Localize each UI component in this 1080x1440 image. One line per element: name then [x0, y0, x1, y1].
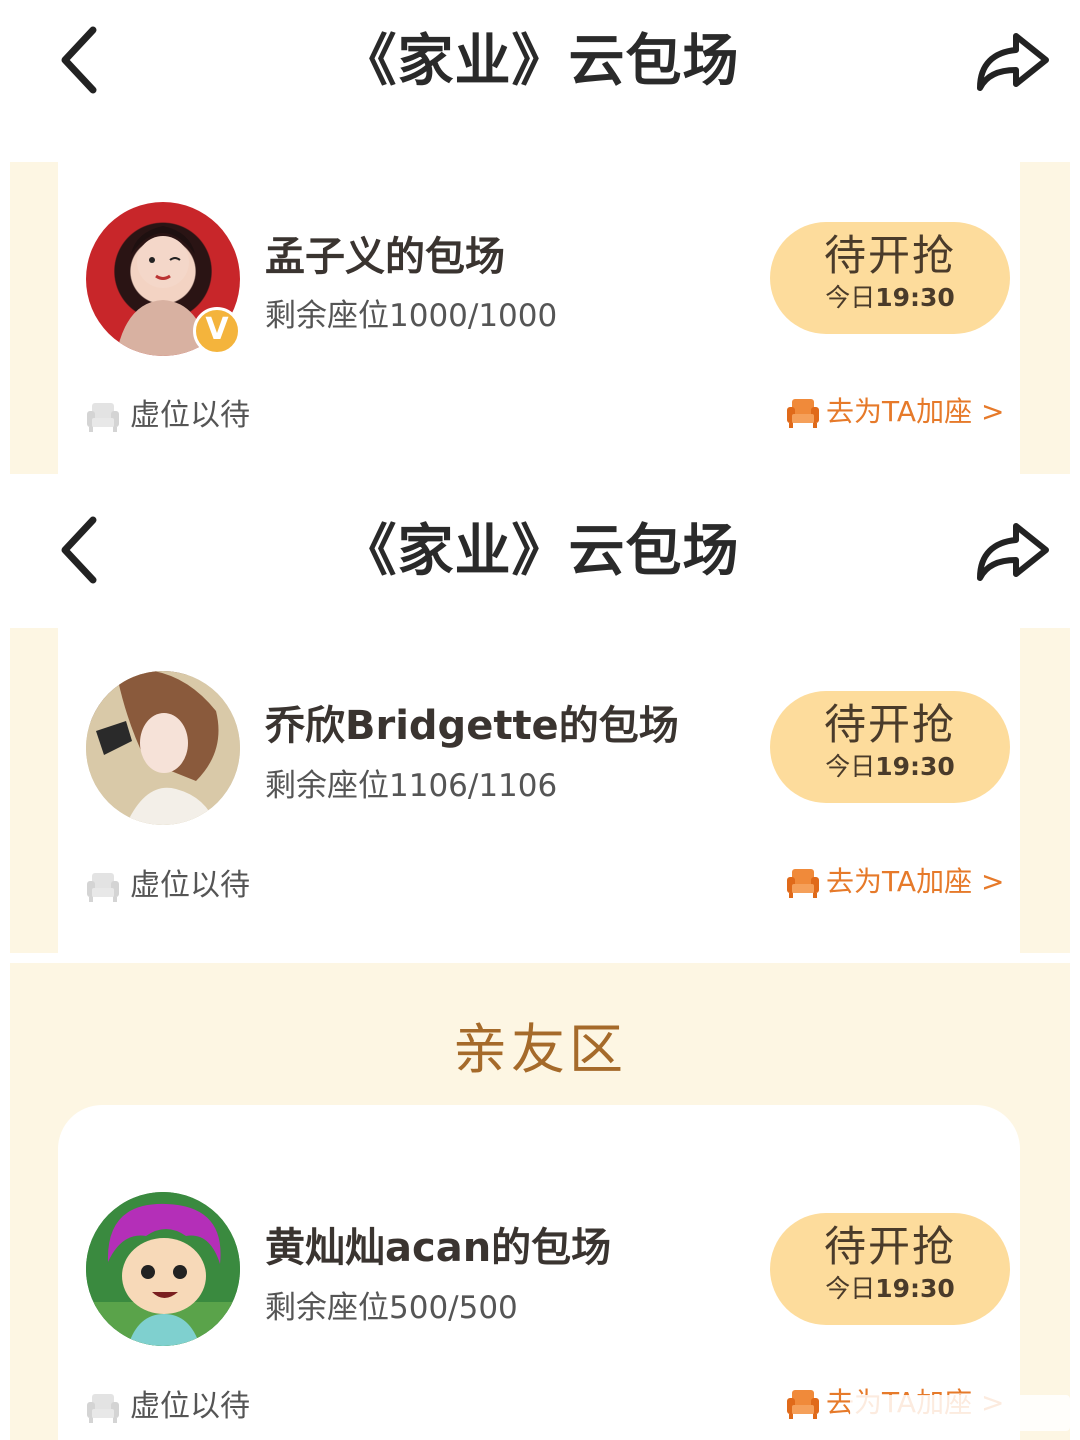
- start-time: 今日19:30: [770, 751, 1010, 783]
- start-time: 今日19:30: [770, 1273, 1010, 1305]
- seats-remaining: 剩余座位1000/1000: [265, 298, 558, 334]
- header: 《家业》云包场: [0, 0, 1080, 120]
- status-label: 待开抢: [823, 231, 956, 280]
- friends-zone-title: 亲友区: [453, 1018, 627, 1081]
- side-strip-left: [10, 162, 58, 474]
- status-button[interactable]: 待开抢 今日19:30: [770, 691, 1010, 803]
- add-seat-label: 去为TA加座 >: [826, 395, 1005, 428]
- time-prefix: 今日: [825, 283, 876, 312]
- time-prefix: 今日: [825, 1274, 876, 1303]
- share-arrow-icon: [977, 33, 1049, 91]
- share-arrow-icon: [977, 523, 1049, 581]
- virtual-seat: 虚位以待: [86, 860, 250, 904]
- add-seat-link[interactable]: 去为TA加座 >: [786, 390, 1004, 430]
- avatar[interactable]: [86, 1192, 240, 1346]
- time-value: 19:30: [875, 1274, 955, 1303]
- page-title: 《家业》云包场: [340, 29, 740, 94]
- add-seat-label: 去为TA加座 >: [826, 865, 1005, 898]
- virtual-seat: 虚位以待: [86, 1381, 250, 1425]
- armchair-icon: [87, 872, 119, 902]
- chevron-left-icon: [61, 516, 97, 584]
- room-card[interactable]: 乔欣Bridgette的包场 剩余座位1106/1106 待开抢 今日19:30…: [58, 628, 1020, 953]
- armchair-icon: [787, 399, 819, 428]
- virtual-seat: 虚位以待: [86, 390, 250, 434]
- virtual-seat-label: 虚位以待: [130, 1389, 250, 1424]
- verified-badge: V: [193, 307, 241, 355]
- armchair-icon: [87, 1393, 119, 1423]
- side-strip-right: [1020, 162, 1070, 474]
- armchair-icon: [787, 1390, 819, 1419]
- avatar-portrait-icon: [86, 671, 240, 825]
- avatar-cartoon-icon: [86, 1192, 240, 1346]
- chevron-left-icon: [61, 26, 97, 94]
- watermark-overlay: [850, 1395, 1070, 1431]
- room-name[interactable]: 孟子义的包场: [265, 224, 505, 282]
- virtual-seat-label: 虚位以待: [130, 868, 250, 903]
- side-strip-right: [1020, 628, 1070, 953]
- armchair-icon: [87, 402, 119, 432]
- status-button[interactable]: 待开抢 今日19:30: [770, 222, 1010, 334]
- armchair-icon: [787, 869, 819, 898]
- share-button[interactable]: [968, 512, 1058, 592]
- seats-remaining: 剩余座位500/500: [265, 1290, 518, 1326]
- page-title: 《家业》云包场: [340, 519, 740, 584]
- back-button[interactable]: [55, 510, 115, 590]
- time-value: 19:30: [875, 283, 955, 312]
- avatar[interactable]: [86, 671, 240, 825]
- status-label: 待开抢: [823, 1222, 956, 1271]
- side-strip-left: [10, 628, 58, 953]
- add-seat-link[interactable]: 去为TA加座 >: [786, 860, 1004, 900]
- room-name[interactable]: 乔欣Bridgette的包场: [265, 693, 679, 751]
- start-time: 今日19:30: [770, 282, 1010, 314]
- share-button[interactable]: [968, 22, 1058, 102]
- status-button[interactable]: 待开抢 今日19:30: [770, 1213, 1010, 1325]
- room-name[interactable]: 黄灿灿acan的包场: [265, 1215, 611, 1273]
- seats-remaining: 剩余座位1106/1106: [265, 768, 558, 804]
- room-card[interactable]: V 孟子义的包场 剩余座位1000/1000 待开抢 今日19:30 虚位以待 …: [58, 162, 1020, 474]
- header: 《家业》云包场: [0, 490, 1080, 610]
- room-card[interactable]: 黄灿灿acan的包场 剩余座位500/500 待开抢 今日19:30 虚位以待 …: [58, 1105, 1020, 1440]
- time-value: 19:30: [875, 752, 955, 781]
- virtual-seat-label: 虚位以待: [130, 398, 250, 433]
- time-prefix: 今日: [825, 752, 876, 781]
- back-button[interactable]: [55, 20, 115, 100]
- status-label: 待开抢: [823, 700, 956, 749]
